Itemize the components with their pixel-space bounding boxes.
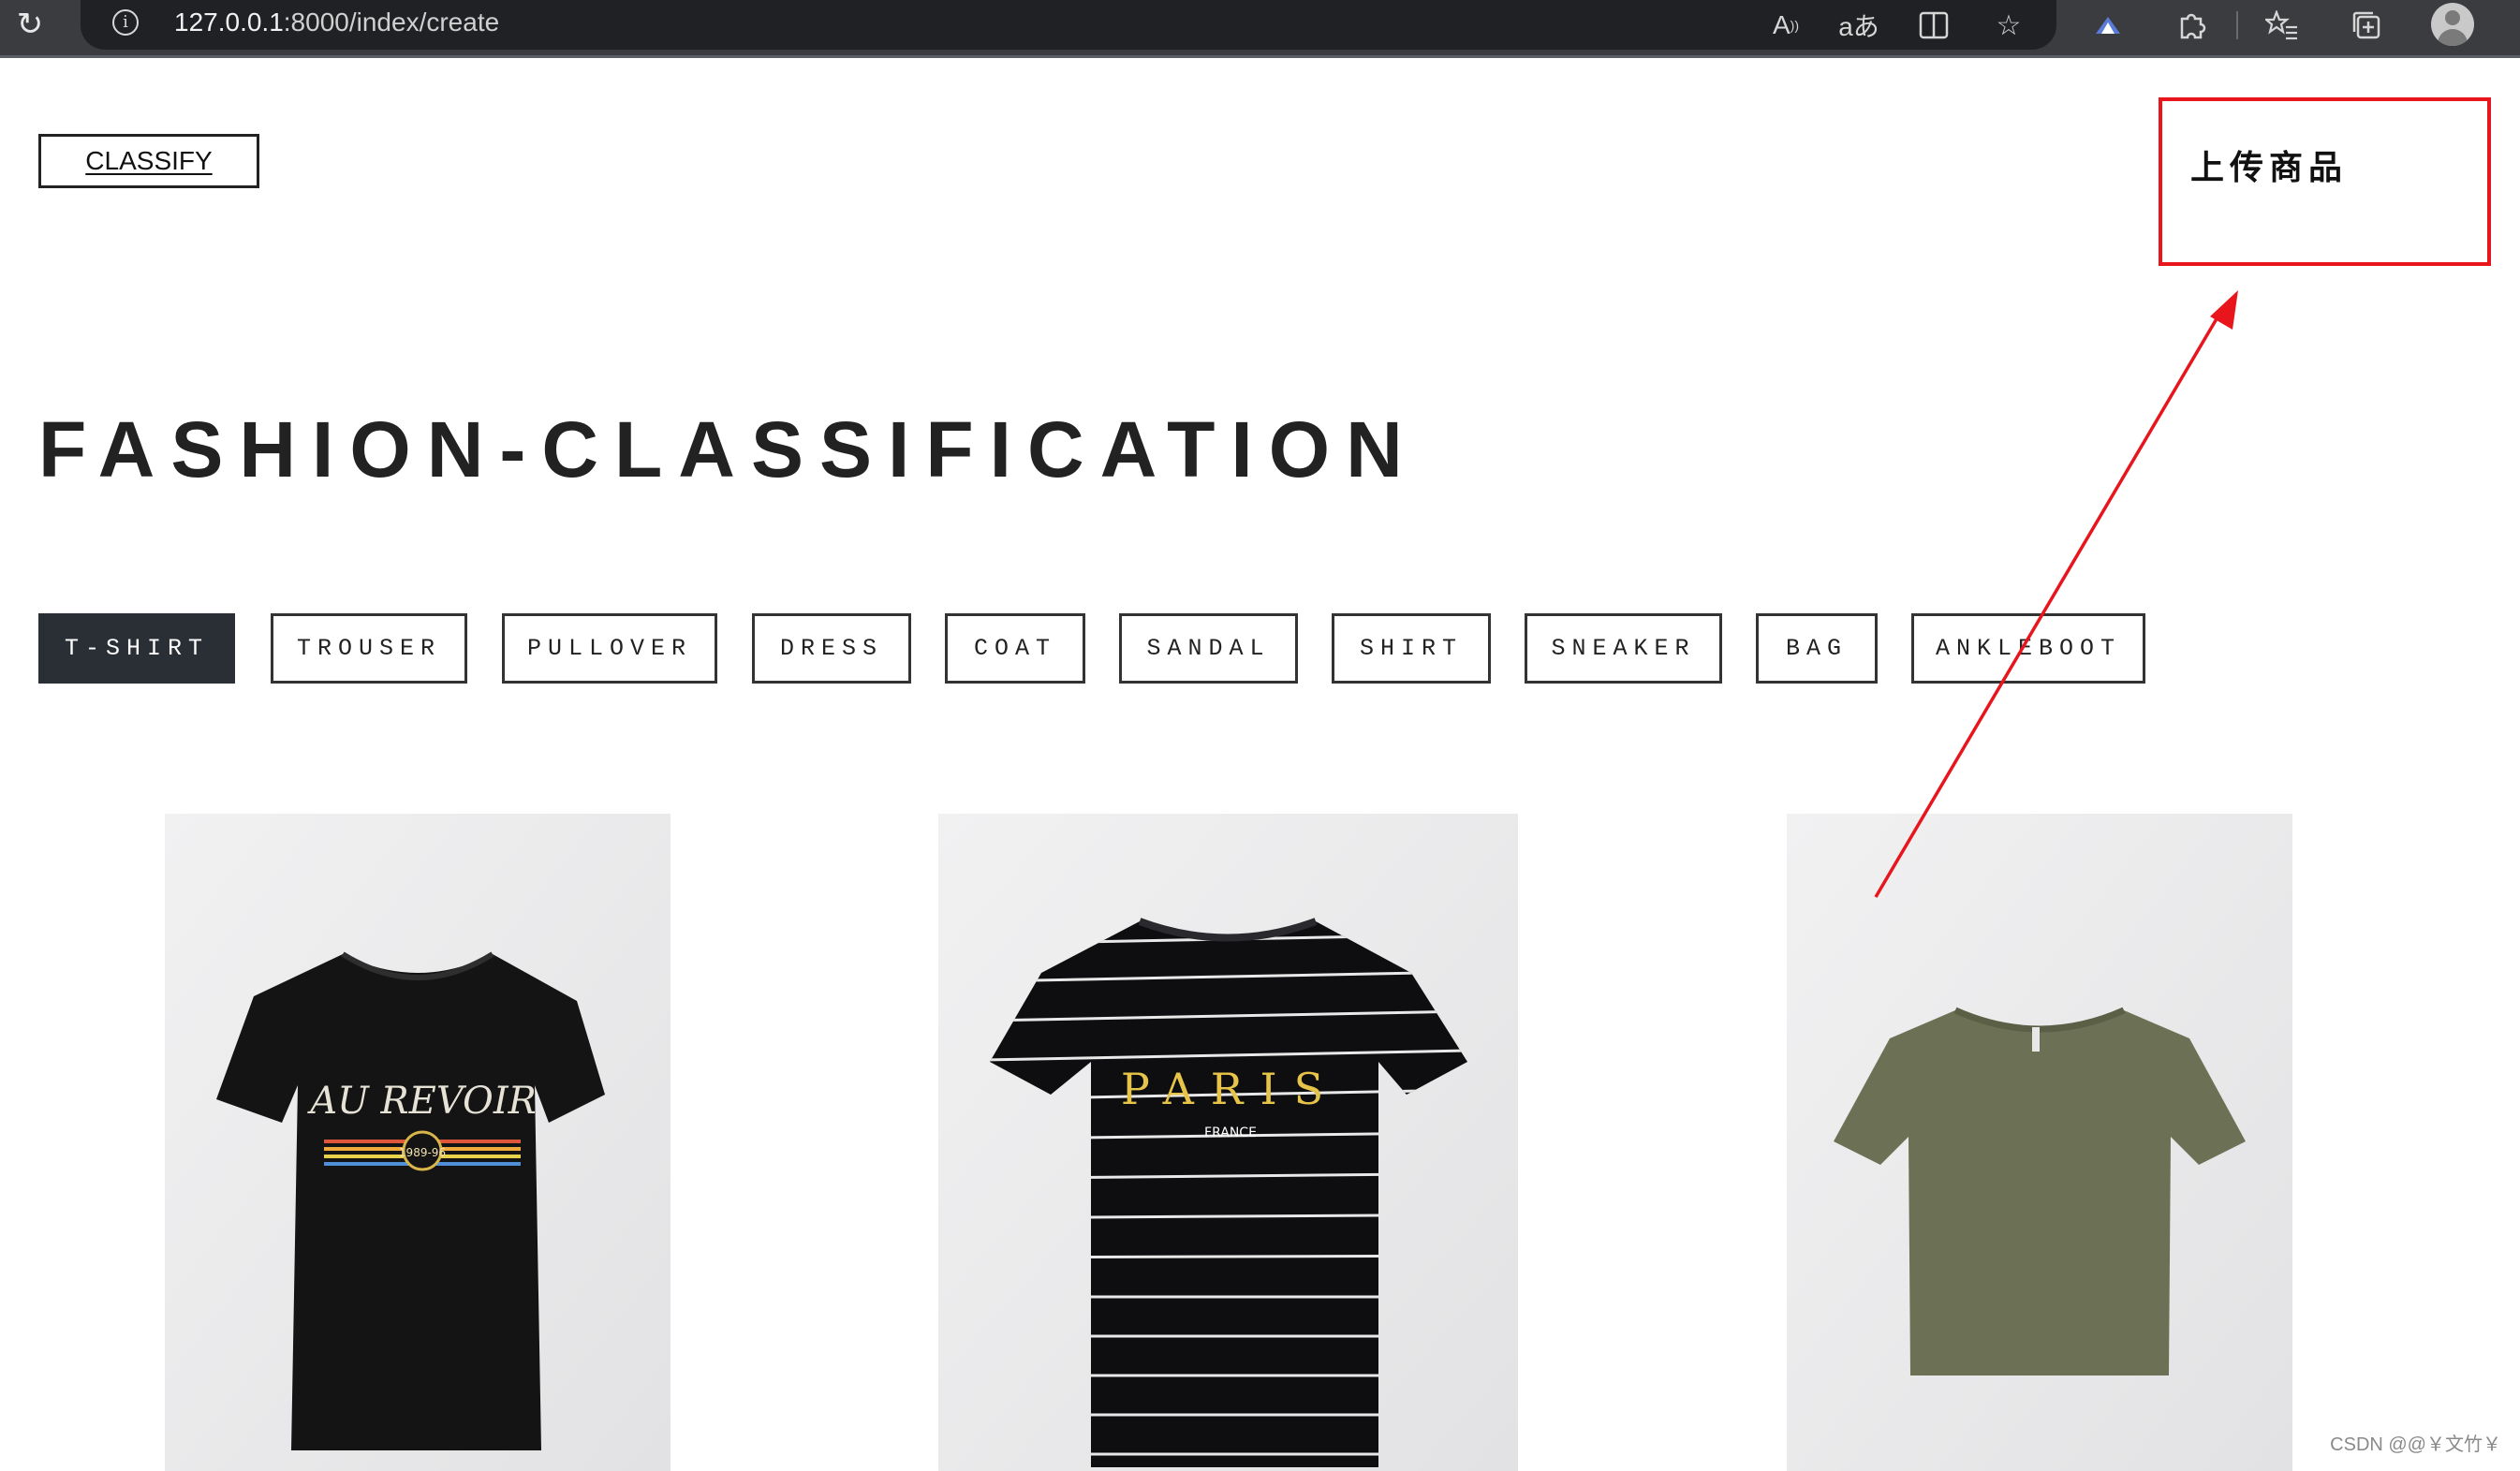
filter-t-shirt[interactable]: T-SHIRT [38,613,235,684]
filter-ankleboot[interactable]: ANKLEBOOT [1911,613,2145,684]
product-image: PARIS FRANCE [938,814,1518,1471]
reload-icon[interactable]: ↻ [9,0,51,49]
avatar-head [2445,10,2460,25]
product-image: AU REVOIR 1989-96 [165,814,671,1471]
read-aloud-icon[interactable]: A)) [1764,4,1807,47]
favorite-star-icon[interactable]: ☆ [1987,4,2030,47]
filter-pullover[interactable]: PULLOVER [502,613,717,684]
product-card[interactable]: PARIS FRANCE [938,814,1518,1471]
filter-bag[interactable]: BAG [1756,613,1878,684]
filter-shirt[interactable]: SHIRT [1332,613,1491,684]
page: ↻ i 127.0.0.1:8000/index/create A)) aあ ☆ [0,0,2520,1471]
favorites-icon[interactable] [2261,4,2304,47]
product-card[interactable]: AU REVOIR 1989-96 [165,814,671,1471]
browser-toolbar: ↻ i 127.0.0.1:8000/index/create A)) aあ ☆ [0,0,2520,58]
print-subtext: 1989-96 [399,1146,446,1159]
page-title: FASHION-CLASSIFICATION [38,405,1419,493]
print-text: AU REVOIR [306,1080,537,1123]
logo-link[interactable]: CLASSIFY [38,134,259,188]
extensions-puzzle-icon[interactable] [2169,4,2212,47]
filter-sneaker[interactable]: SNEAKER [1525,613,1722,684]
filter-dress[interactable]: DRESS [752,613,911,684]
upload-highlight-box: 上传商品 [2159,97,2491,266]
print-text: PARIS [1121,1064,1340,1114]
url-text[interactable]: 127.0.0.1:8000/index/create [174,7,499,37]
address-bar[interactable]: i 127.0.0.1:8000/index/create A)) aあ ☆ [81,0,2056,50]
extension-app-icon[interactable] [2086,4,2129,47]
upload-product-link[interactable]: 上传商品 [2190,140,2348,189]
filter-sandal[interactable]: SANDAL [1119,613,1298,684]
profile-avatar-icon[interactable] [2431,3,2474,46]
translate-icon[interactable]: aあ [1837,4,1880,47]
print-subtext: FRANCE [1204,1125,1257,1140]
toolbar-divider [2236,11,2238,39]
product-card[interactable] [1787,814,2292,1471]
collections-icon[interactable] [2345,4,2388,47]
info-icon[interactable]: i [112,9,139,36]
avatar-body [2438,29,2468,46]
product-image [1787,814,2292,1471]
watermark: CSDN @@￥文竹￥ [2324,1427,2507,1458]
filter-trouser[interactable]: TROUSER [271,613,467,684]
split-screen-icon[interactable] [1912,4,1955,47]
filter-coat[interactable]: COAT [945,613,1085,684]
